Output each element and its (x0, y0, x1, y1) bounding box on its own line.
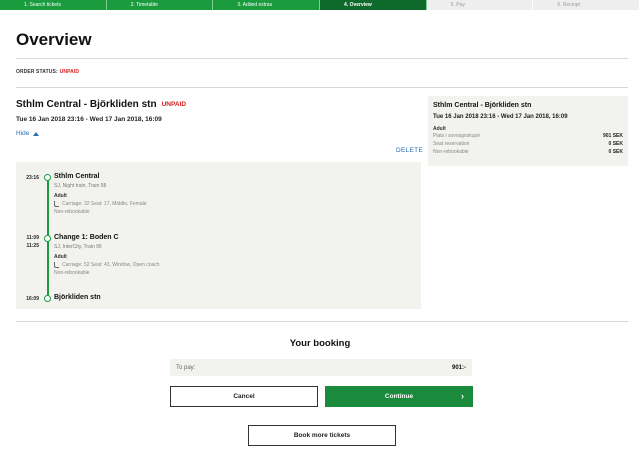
trip-route: Sthlm Central - Björkliden stn (16, 99, 157, 110)
departure-time: 23:16 (26, 175, 39, 181)
station-name: Björkliden stn (54, 294, 101, 301)
seat-label: Carriage: 52 Seat: 43, Window, Open coac… (62, 262, 160, 268)
order-status-value: UNPAID (59, 69, 80, 75)
order-status-label: ORDER STATUS: (16, 69, 58, 75)
summary-passenger: Adult (433, 126, 446, 132)
departure-time: 11:25 (26, 243, 39, 249)
price-summary: Sthlm Central - Björkliden stn Tue 16 Ja… (428, 96, 628, 166)
stop-marker-icon (44, 235, 51, 242)
station-name: Sthlm Central (54, 173, 100, 180)
summary-row-price: 0 SEK (608, 141, 623, 147)
arrival-time: 11:09 (26, 235, 39, 241)
cancel-button[interactable]: Cancel (170, 386, 318, 407)
stop-marker-icon (44, 174, 51, 181)
to-pay-row: To pay: 901:- (170, 359, 472, 376)
seat-icon (54, 201, 59, 207)
book-more-tickets-button[interactable]: Book more tickets (248, 425, 396, 446)
trip-dates: Tue 16 Jan 2018 23:16 - Wed 17 Jan 2018,… (16, 116, 162, 123)
passenger-type: Adult (54, 193, 67, 199)
arrival-time: 16:09 (26, 296, 39, 302)
divider (16, 87, 628, 88)
summary-row-label: Plats i sovvagnskupé (433, 133, 480, 139)
step-receipt: 6. Receipt (533, 0, 640, 10)
delete-link[interactable]: DELETE (396, 147, 423, 154)
step-timetable[interactable]: 2. Timetable (106, 0, 214, 10)
journey-details: 23:16 Sthlm Central SJ, Night train, Tra… (16, 162, 421, 309)
step-pay: 5. Pay (426, 0, 534, 10)
summary-row-label: Non-rebookable (433, 149, 469, 155)
summary-row: Seat reservation 0 SEK (433, 141, 623, 147)
chevron-up-icon (33, 131, 40, 136)
stop-marker-icon (44, 295, 51, 302)
progress-steps: 1. Search tickets 2. Timetable 3. Added … (0, 0, 640, 10)
summary-dates: Tue 16 Jan 2018 23:16 - Wed 17 Jan 2018,… (433, 114, 568, 120)
passenger-type: Adult (54, 254, 67, 260)
divider (16, 58, 628, 59)
summary-row-label: Seat reservation (433, 141, 470, 147)
continue-label: Continue (384, 393, 414, 400)
step-added-extras[interactable]: 3. Added extras (213, 0, 321, 10)
rebook-info: Non-rebookable (54, 209, 90, 215)
divider (16, 321, 628, 322)
train-info: SJ, InterCity, Train 96 (54, 244, 102, 250)
summary-row: Plats i sovvagnskupé 901 SEK (433, 133, 623, 139)
page-title: Overview (16, 30, 92, 49)
hide-details-link[interactable]: Hide (16, 130, 40, 137)
step-overview: 4. Overview (320, 0, 427, 10)
summary-row: Non-rebookable 0 SEK (433, 149, 623, 155)
rebook-info: Non-rebookable (54, 270, 90, 276)
seat-icon (54, 262, 59, 268)
hide-label: Hide (16, 130, 30, 137)
summary-route: Sthlm Central - Björkliden stn (433, 102, 532, 109)
seat-info: Carriage: 52 Seat: 43, Window, Open coac… (54, 262, 160, 268)
step-search-tickets[interactable]: 1. Search tickets (0, 0, 107, 10)
trip-title: Sthlm Central - Björkliden stn UNPAID (16, 99, 186, 110)
continue-button[interactable]: Continue › (325, 386, 473, 407)
train-info: SJ, Night train, Train 98 (54, 183, 107, 189)
summary-row-price: 0 SEK (608, 149, 623, 155)
to-pay-label: To pay: (176, 364, 196, 371)
order-status: ORDER STATUS: UNPAID (16, 69, 79, 75)
summary-row-price: 901 SEK (602, 133, 623, 139)
seat-label: Carriage: 32 Seat: 17, Middle, Female (62, 201, 147, 207)
chevron-right-icon: › (461, 391, 464, 401)
station-name: Change 1: Boden C (54, 234, 119, 241)
seat-info: Carriage: 32 Seat: 17, Middle, Female (54, 201, 147, 207)
your-booking-heading: Your booking (289, 338, 351, 349)
trip-status-badge: UNPAID (161, 101, 187, 108)
to-pay-amount: 901:- (451, 364, 466, 371)
